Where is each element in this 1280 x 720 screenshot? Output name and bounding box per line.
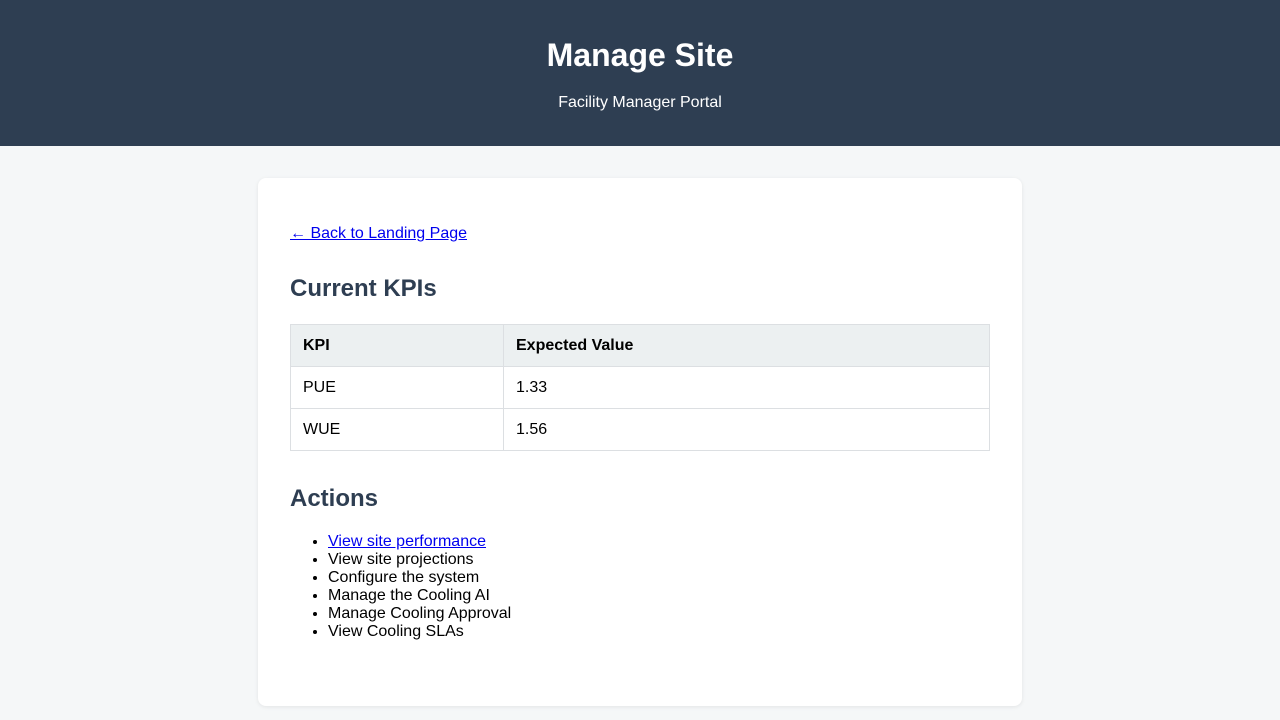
actions-section-title: Actions <box>290 485 379 512</box>
table-row: PUE 1.33 <box>290 366 990 409</box>
kpi-table: KPI Expected Value PUE 1.33 WUE 1.56 <box>290 324 990 451</box>
kpi-name-cell: WUE <box>290 408 504 451</box>
kpi-value-cell: 1.33 <box>503 366 990 409</box>
list-item: Configure the system <box>328 569 511 587</box>
table-row: WUE 1.56 <box>290 408 990 451</box>
column-header-expected-value: Expected Value <box>503 324 990 367</box>
page-title: Manage Site <box>546 37 734 73</box>
page-header: Manage Site Facility Manager Portal <box>0 0 1280 146</box>
table-header-row: KPI Expected Value <box>290 324 990 367</box>
page-subtitle: Facility Manager Portal <box>558 94 722 111</box>
list-item: View site performance <box>328 533 511 551</box>
list-item: Manage Cooling Approval <box>328 605 511 623</box>
list-item: Manage the Cooling AI <box>328 587 511 605</box>
column-header-kpi: KPI <box>290 324 504 367</box>
main-card: ← Back to Landing Page Current KPIs KPI … <box>258 178 1022 706</box>
kpi-value-cell: 1.56 <box>503 408 990 451</box>
actions-list: View site performance View site projecti… <box>290 533 511 641</box>
view-site-performance-link[interactable]: View site performance <box>328 533 486 550</box>
kpi-section-title: Current KPIs <box>290 275 437 302</box>
list-item: View site projections <box>328 551 511 569</box>
list-item: View Cooling SLAs <box>328 623 511 641</box>
kpi-name-cell: PUE <box>290 366 504 409</box>
back-to-landing-link[interactable]: ← Back to Landing Page <box>290 225 467 243</box>
